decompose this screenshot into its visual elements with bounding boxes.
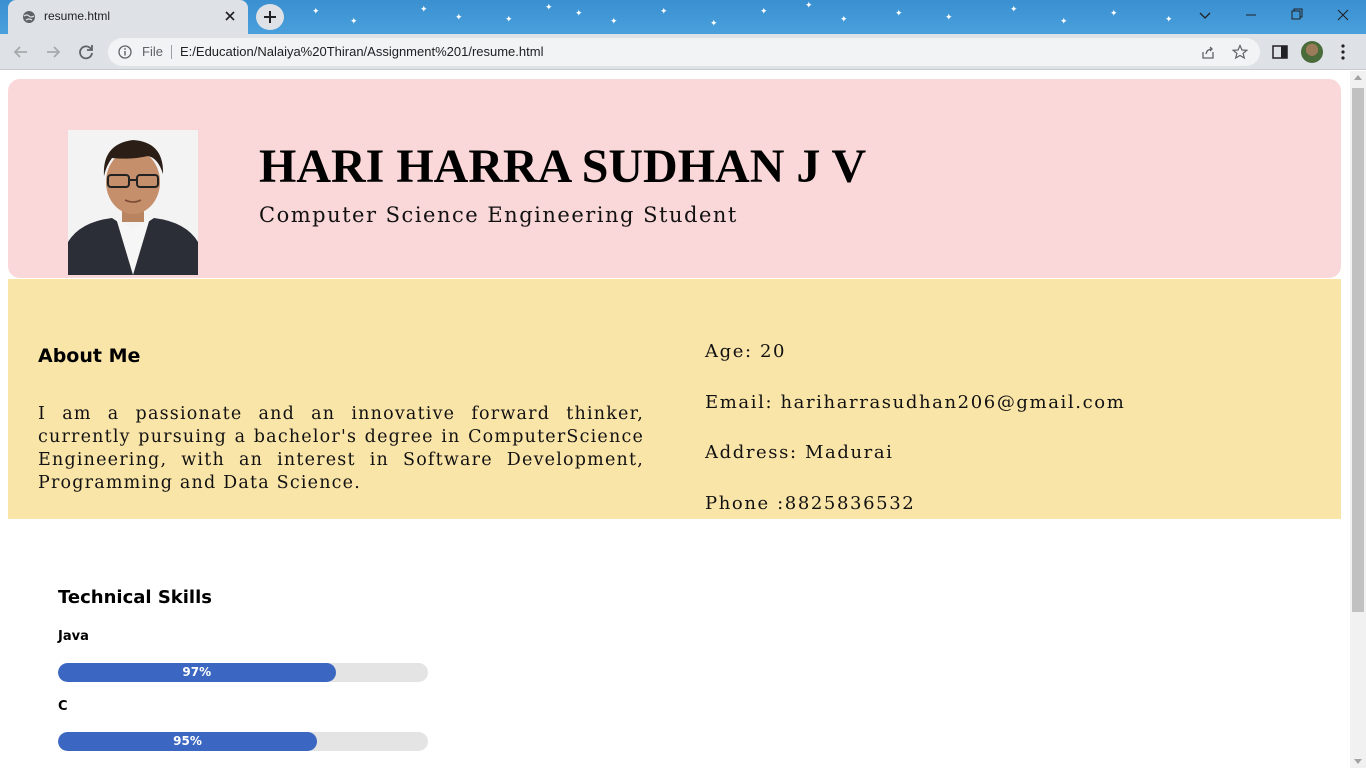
- star-decoration: ✦: [505, 15, 513, 25]
- star-decoration: ✦: [1060, 17, 1068, 27]
- browser-tab[interactable]: resume.html: [8, 0, 248, 34]
- close-window-button[interactable]: [1320, 0, 1366, 30]
- more-menu-icon[interactable]: [1337, 42, 1349, 62]
- plus-icon: [264, 11, 276, 23]
- about-text: I am a passionate and an innovative forw…: [38, 404, 644, 493]
- skill-bar-fill: 97%: [58, 663, 336, 682]
- scrollbar-thumb[interactable]: [1352, 88, 1364, 612]
- about-title: About Me: [38, 345, 141, 367]
- star-decoration: ✦: [312, 7, 320, 17]
- globe-icon: [23, 11, 35, 23]
- tab-strip: ✦ ✦ ✦ ✦ ✦ ✦ ✦ ✦ ✦ ✦ ✦ ✦ ✦ ✦ ✦ ✦ ✦ ✦ ✦ re…: [0, 0, 1366, 34]
- reload-icon[interactable]: [75, 41, 97, 63]
- chevron-down-icon: [1199, 12, 1211, 19]
- star-decoration: ✦: [895, 9, 903, 19]
- resume-name: HARI HARRA SUDHAN J V: [259, 140, 867, 193]
- star-decoration: ✦: [350, 17, 358, 27]
- contact-phone: Phone :8825836532: [705, 493, 916, 514]
- star-decoration: ✦: [610, 17, 618, 27]
- skill-bar-fill: 95%: [58, 732, 317, 751]
- resume-header: HARI HARRA SUDHAN J V Computer Science E…: [8, 79, 1341, 278]
- contact-email: Email: hariharrasudhan206@gmail.com: [705, 392, 1126, 413]
- forward-arrow-icon[interactable]: [42, 41, 64, 63]
- skills-title: Technical Skills: [58, 587, 212, 608]
- star-decoration: ✦: [840, 15, 848, 25]
- star-decoration: ✦: [760, 7, 768, 17]
- star-decoration: ✦: [575, 9, 583, 19]
- star-decoration: ✦: [945, 13, 953, 23]
- star-decoration: ✦: [455, 13, 463, 23]
- side-panel-icon[interactable]: [1271, 43, 1289, 61]
- skill-name: C: [58, 699, 68, 714]
- skill-bar-track: 95%: [58, 732, 428, 751]
- restore-icon: [1291, 8, 1303, 20]
- share-icon[interactable]: [1200, 44, 1216, 60]
- skill-bar-track: 97%: [58, 663, 428, 682]
- minimize-button[interactable]: [1228, 0, 1274, 30]
- page-viewport: HARI HARRA SUDHAN J V Computer Science E…: [0, 71, 1350, 768]
- browser-toolbar: File E:/Education/Nalaiya%20Thiran/Assig…: [0, 34, 1366, 70]
- profile-photo: [68, 130, 198, 275]
- minimize-icon: [1246, 14, 1256, 16]
- back-arrow-icon[interactable]: [10, 41, 32, 63]
- star-decoration: ✦: [710, 19, 718, 29]
- star-decoration: ✦: [1165, 15, 1173, 25]
- profile-avatar[interactable]: [1301, 41, 1323, 63]
- star-decoration: ✦: [660, 7, 668, 17]
- skill-name: Java: [58, 629, 89, 644]
- close-icon: [1337, 9, 1349, 21]
- resume-role: Computer Science Engineering Student: [259, 203, 738, 227]
- url-scheme-label: File: [142, 44, 163, 59]
- star-decoration: ✦: [1010, 5, 1018, 15]
- tab-search-button[interactable]: [1182, 0, 1228, 30]
- star-decoration: ✦: [1110, 9, 1118, 19]
- new-tab-button[interactable]: [256, 4, 284, 30]
- star-decoration: ✦: [805, 1, 813, 11]
- restore-button[interactable]: [1274, 0, 1320, 30]
- star-decoration: ✦: [420, 5, 428, 15]
- about-section: About Me I am a passionate and an innova…: [8, 279, 1341, 519]
- contact-address: Address: Madurai: [705, 442, 894, 463]
- scroll-up-arrow-icon[interactable]: [1354, 75, 1362, 80]
- star-icon[interactable]: [1232, 44, 1248, 60]
- tab-title: resume.html: [44, 9, 111, 23]
- divider: [171, 45, 172, 59]
- vertical-scrollbar[interactable]: [1350, 71, 1366, 768]
- info-icon[interactable]: [118, 45, 132, 59]
- url-text[interactable]: E:/Education/Nalaiya%20Thiran/Assignment…: [180, 44, 543, 59]
- star-decoration: ✦: [545, 3, 553, 13]
- close-icon[interactable]: [222, 8, 238, 24]
- contact-age: Age: 20: [705, 341, 787, 362]
- scroll-down-arrow-icon[interactable]: [1354, 759, 1362, 764]
- address-bar[interactable]: File E:/Education/Nalaiya%20Thiran/Assig…: [108, 38, 1260, 66]
